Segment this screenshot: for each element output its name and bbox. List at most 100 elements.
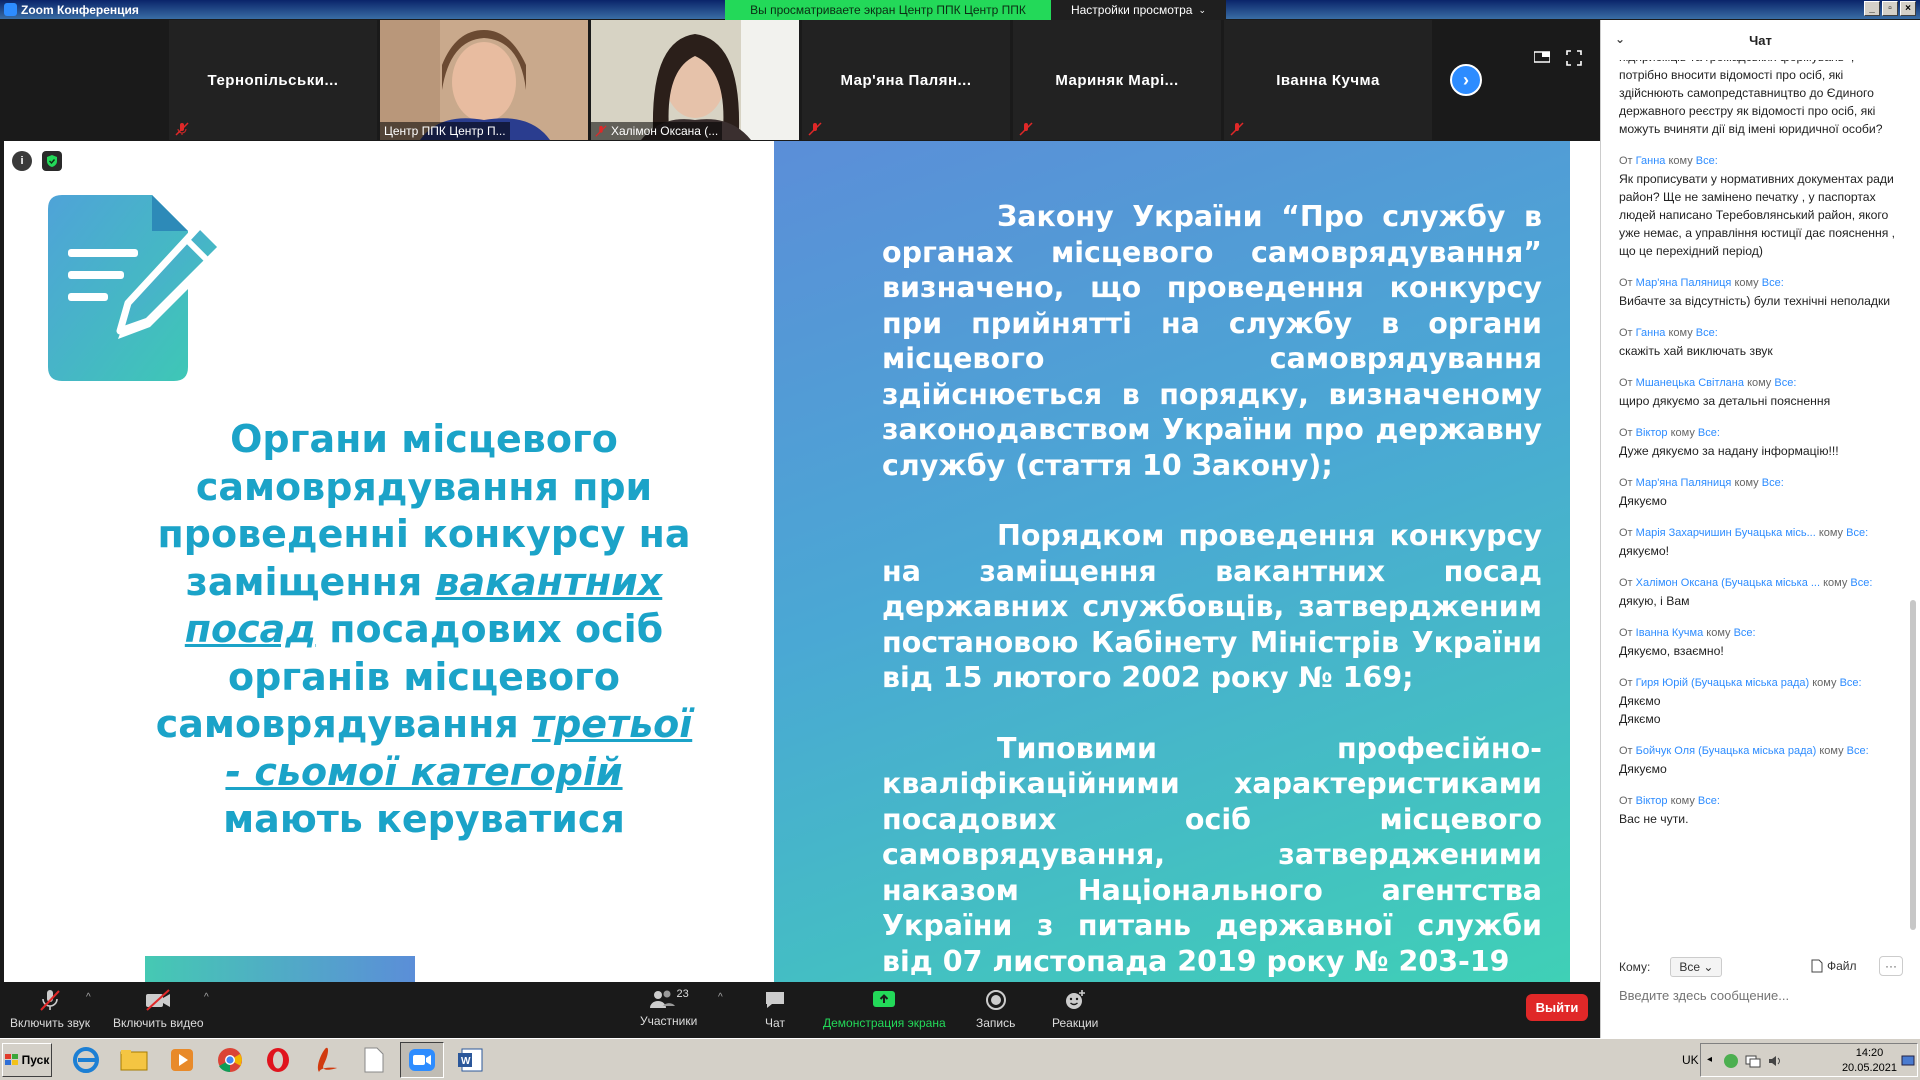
start-button[interactable]: Пуск (2, 1043, 52, 1077)
sender-name[interactable]: Бойчук Оля (Бучацька міська рада) (1636, 745, 1817, 757)
file-explorer-icon[interactable] (112, 1042, 156, 1078)
info-icon[interactable]: i (12, 151, 32, 171)
sender-name[interactable]: Віктор (1636, 427, 1668, 439)
start-video-button[interactable]: Включить видео (113, 988, 204, 1030)
view-options-label: Настройки просмотра (1070, 3, 1193, 17)
participant-tile[interactable]: Мариняк Марі... (1013, 20, 1221, 140)
chat-message-sender: От Мар'яна Паляниця кому Все: (1619, 474, 1900, 492)
chevron-down-icon: ⌄ (1198, 4, 1207, 15)
heading-underlined-text: вакантних (435, 559, 663, 604)
close-icon[interactable]: × (1900, 1, 1916, 16)
chevron-down-icon[interactable]: ⌄ (1615, 32, 1625, 46)
meeting-toolbar: Включить звук ^ Включить видео ^ 23 Учас… (0, 982, 1600, 1038)
participant-tile[interactable]: Тернопільськи... (169, 20, 377, 140)
file-button[interactable]: Файл (1811, 959, 1857, 973)
chat-message-input[interactable] (1619, 984, 1909, 1006)
chat-scrollbar[interactable] (1910, 600, 1916, 930)
heading-line: посад посадових осіб (144, 606, 704, 654)
speaker-icon[interactable] (1767, 1054, 1783, 1068)
participant-video-tile[interactable]: Центр ППК Центр П... (380, 20, 588, 140)
participant-name: Центр ППК Центр П... (380, 122, 510, 140)
participants-button[interactable]: 23 Участники (640, 988, 697, 1028)
sender-name[interactable]: Халімон Оксана (Бучацька міська ... (1636, 577, 1820, 589)
chat-message-sender: От Віктор кому Все: (1619, 792, 1900, 810)
record-button[interactable]: Запись (976, 988, 1015, 1030)
leave-meeting-button[interactable]: Выйти (1526, 994, 1588, 1021)
chat-message-text: Дякуємо, взаємно! (1619, 644, 1724, 658)
heading-line: - сьомої категорій (144, 749, 704, 797)
participants-icon (649, 990, 675, 1008)
chat-message-sender: От Марія Захарчишин Бучацька місь... ком… (1619, 524, 1900, 542)
participants-caret-icon[interactable]: ^ (718, 992, 723, 1003)
sender-name[interactable]: Мар'яна Паляниця (1636, 277, 1732, 289)
clock-date: 20.05.2021 (1841, 1062, 1897, 1074)
tray-network-icon[interactable] (1745, 1054, 1761, 1068)
sender-name[interactable]: Ганна (1636, 155, 1666, 167)
reactions-button[interactable]: Реакции (1052, 988, 1098, 1030)
from-prefix: От (1619, 427, 1633, 439)
to-word: кому (1734, 277, 1759, 289)
sender-name[interactable]: Марія Захарчишин Бучацька місь... (1636, 527, 1816, 539)
sender-name[interactable]: Ганна (1636, 327, 1666, 339)
gallery-view-icon[interactable] (1534, 50, 1550, 64)
view-options-button[interactable]: Настройки просмотра ⌄ (1051, 0, 1226, 20)
sender-name[interactable]: Гиря Юрій (Бучацька міська рада) (1636, 677, 1810, 689)
share-screen-button[interactable]: Демонстрация экрана (823, 988, 946, 1030)
word-icon[interactable]: W (448, 1042, 492, 1078)
start-video-label: Включить видео (113, 1016, 204, 1030)
slide-left-heading: Органи місцевого самоврядування при пров… (144, 416, 704, 844)
opera-icon[interactable] (256, 1042, 300, 1078)
language-indicator[interactable]: UK (1682, 1053, 1699, 1067)
maximize-icon[interactable]: ▫ (1882, 1, 1898, 16)
sender-name[interactable]: Мар'яна Паляниця (1636, 477, 1732, 489)
tray-expand-icon[interactable]: ◂ (1707, 1054, 1712, 1065)
sender-name[interactable]: Іванна Кучма (1636, 627, 1704, 639)
heading-line: самоврядування третьої (144, 701, 704, 749)
pdf-reader-icon[interactable] (304, 1042, 348, 1078)
show-desktop-icon[interactable] (1901, 1054, 1915, 1068)
participant-name: Мар'яна Палян... (840, 71, 972, 89)
shield-icon[interactable] (42, 151, 62, 171)
internet-explorer-icon[interactable] (64, 1042, 108, 1078)
participants-count: 23 (676, 988, 689, 1000)
mic-muted-icon (40, 990, 60, 1011)
system-clock[interactable]: 14:20 20.05.2021 (1842, 1046, 1897, 1076)
document-icon[interactable] (352, 1042, 396, 1078)
sender-name[interactable]: Віктор (1636, 795, 1668, 807)
sender-name[interactable]: Мшанецька Світлана (1636, 377, 1744, 389)
participant-video-tile[interactable]: Халімон Оксана (... (591, 20, 799, 140)
slide-right-panel: Закону України “Про службу в органах міс… (774, 141, 1570, 982)
more-options-icon[interactable]: ··· (1879, 956, 1903, 976)
to-word: кому (1668, 327, 1693, 339)
next-page-button[interactable]: › (1450, 64, 1482, 96)
chrome-icon[interactable] (208, 1042, 252, 1078)
to-word: кому (1747, 377, 1772, 389)
heading-text: посадових осіб (316, 607, 664, 651)
tray-app-icon[interactable] (1723, 1053, 1739, 1069)
unmute-label: Включить звук (10, 1016, 91, 1030)
audio-options-caret-icon[interactable]: ^ (86, 992, 91, 1003)
recipient-select[interactable]: Все ⌄ (1670, 957, 1723, 977)
chat-button[interactable]: Чат (763, 988, 787, 1030)
unmute-button[interactable]: Включить звук (10, 988, 90, 1030)
chat-message-sender: От Мар'яна Паляниця кому Все: (1619, 274, 1900, 292)
chat-message: От Мшанецька Світлана кому Все: щиро дяку… (1619, 374, 1900, 410)
chat-messages[interactable]: підприємців та громадських формувань», п… (1601, 60, 1906, 930)
fullscreen-icon[interactable] (1566, 50, 1582, 66)
chat-message: От Гиря Юрій (Бучацька міська рада) кому… (1619, 674, 1900, 728)
participant-tile[interactable]: Іванна Кучма (1224, 20, 1432, 140)
heading-underlined-text: третьої (532, 702, 693, 746)
zoom-taskbar-icon[interactable] (400, 1042, 444, 1078)
chevron-right-icon: › (1463, 69, 1469, 90)
heading-underlined-text: - сьомої категорій (225, 749, 623, 794)
video-options-caret-icon[interactable]: ^ (204, 992, 209, 1003)
chat-message-sender: От Ганна кому Все: (1619, 324, 1900, 342)
media-player-icon[interactable] (160, 1042, 204, 1078)
chat-message: От Марія Захарчишин Бучацька місь... ком… (1619, 524, 1900, 560)
record-icon (985, 990, 1006, 1010)
participant-name-text: Халімон Оксана (... (611, 124, 719, 138)
chat-message-sender: От Халімон Оксана (Бучацька міська ... к… (1619, 574, 1900, 592)
participant-tile[interactable]: Мар'яна Палян... (802, 20, 1010, 140)
minimize-icon[interactable]: _ (1864, 1, 1880, 16)
chat-message-text: підприємців та громадських формувань», п… (1619, 60, 1883, 136)
